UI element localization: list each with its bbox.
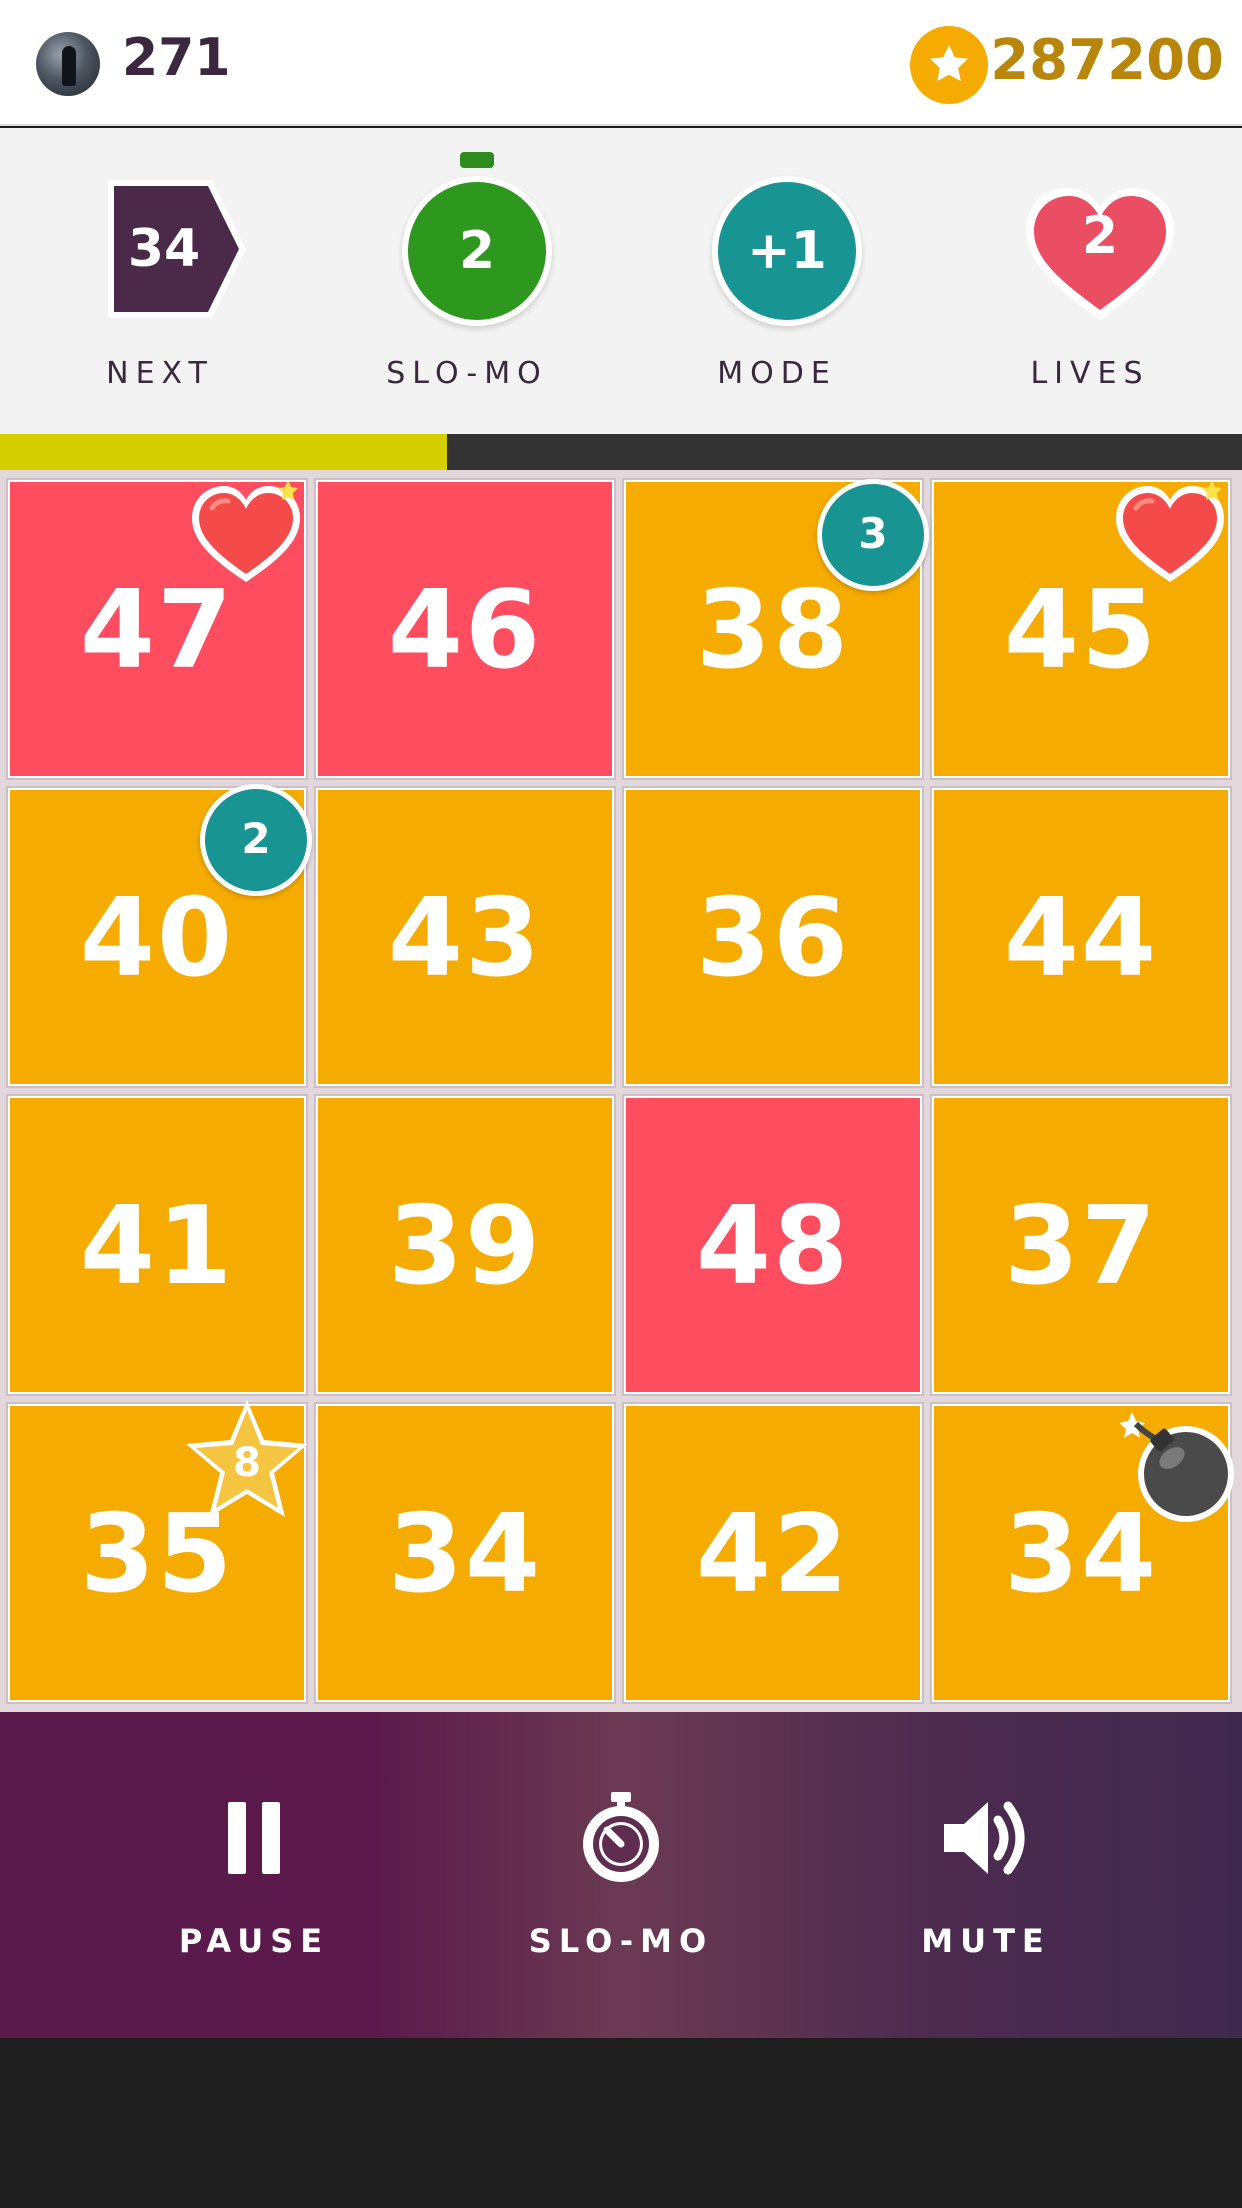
slomo-count: 2	[402, 176, 552, 326]
pause-icon	[228, 1802, 280, 1874]
slomo-button[interactable]: SLO-MO	[491, 1712, 751, 2038]
control-bar: PAUSE SLO-MO MUTE	[0, 1712, 1242, 2038]
slomo-indicator: 2 SLO-MO	[357, 128, 577, 434]
mute-label: MUTE	[921, 1922, 1051, 1960]
next-indicator: 34 NEXT	[50, 128, 270, 434]
avatar[interactable]	[36, 32, 100, 96]
lives-indicator: 2 LIVES	[980, 128, 1200, 434]
next-tile-icon	[108, 180, 246, 318]
game-board: 47 46 38 45 40 43 36 44 41 39 48 37 35 3…	[0, 470, 1242, 1712]
mode-label: MODE	[717, 356, 837, 391]
stopwatch-knob	[460, 152, 494, 168]
level-progress-fill	[0, 434, 448, 470]
mode-indicator: +1 MODE	[667, 128, 887, 434]
slomo-label: SLO-MO	[386, 356, 548, 391]
heart-powerup-icon	[1116, 480, 1224, 582]
status-panel: 34 NEXT 2 SLO-MO +1 MODE 2 LIVES	[0, 128, 1242, 434]
tile-value: 46	[387, 568, 543, 693]
star-powerup: 8	[182, 1396, 312, 1526]
tile[interactable]: 48	[624, 1096, 922, 1394]
tile[interactable]: 46	[316, 480, 614, 778]
heart-powerup-icon	[192, 480, 300, 582]
player-level: 271	[122, 28, 231, 88]
tile-value: 39	[387, 1184, 543, 1309]
mode-value: +1	[712, 176, 862, 326]
tile-value: 42	[695, 1492, 851, 1617]
tile-value: 36	[695, 876, 851, 1001]
top-bar: 271 287200	[0, 0, 1242, 126]
counter-badge: 2	[200, 784, 312, 896]
heart-icon	[1026, 188, 1174, 320]
tile[interactable]: 36	[624, 788, 922, 1086]
tile-value: 34	[387, 1492, 543, 1617]
tile[interactable]: 42	[624, 1404, 922, 1702]
tile[interactable]: 41	[8, 1096, 306, 1394]
tile[interactable]: 34	[316, 1404, 614, 1702]
pause-button[interactable]: PAUSE	[124, 1712, 384, 2038]
tile[interactable]: 43	[316, 788, 614, 1086]
mute-button[interactable]: MUTE	[856, 1712, 1116, 2038]
pause-label: PAUSE	[178, 1922, 330, 1960]
lives-label: LIVES	[1030, 356, 1150, 391]
tile[interactable]: 39	[316, 1096, 614, 1394]
tile-value: 43	[387, 876, 543, 1001]
next-label: NEXT	[106, 356, 214, 391]
star-value: 8	[233, 1440, 261, 1486]
stopwatch-icon	[583, 1792, 659, 1882]
speaker-icon	[944, 1801, 1025, 1875]
bottom-strip	[0, 2038, 1242, 2208]
tile-value: 37	[1003, 1184, 1159, 1309]
tile[interactable]: 44	[932, 788, 1230, 1086]
tile-value: 41	[79, 1184, 235, 1309]
coin-balance: 287200	[990, 28, 1224, 93]
tile-value: 48	[695, 1184, 851, 1309]
bomb-icon	[1119, 1412, 1234, 1522]
tile[interactable]: 37	[932, 1096, 1230, 1394]
star-coin-icon	[910, 26, 988, 104]
level-progress-bar	[0, 434, 1242, 470]
slomo-control-label: SLO-MO	[528, 1922, 714, 1960]
counter-badge: 3	[817, 479, 929, 591]
tile-value: 44	[1003, 876, 1159, 1001]
